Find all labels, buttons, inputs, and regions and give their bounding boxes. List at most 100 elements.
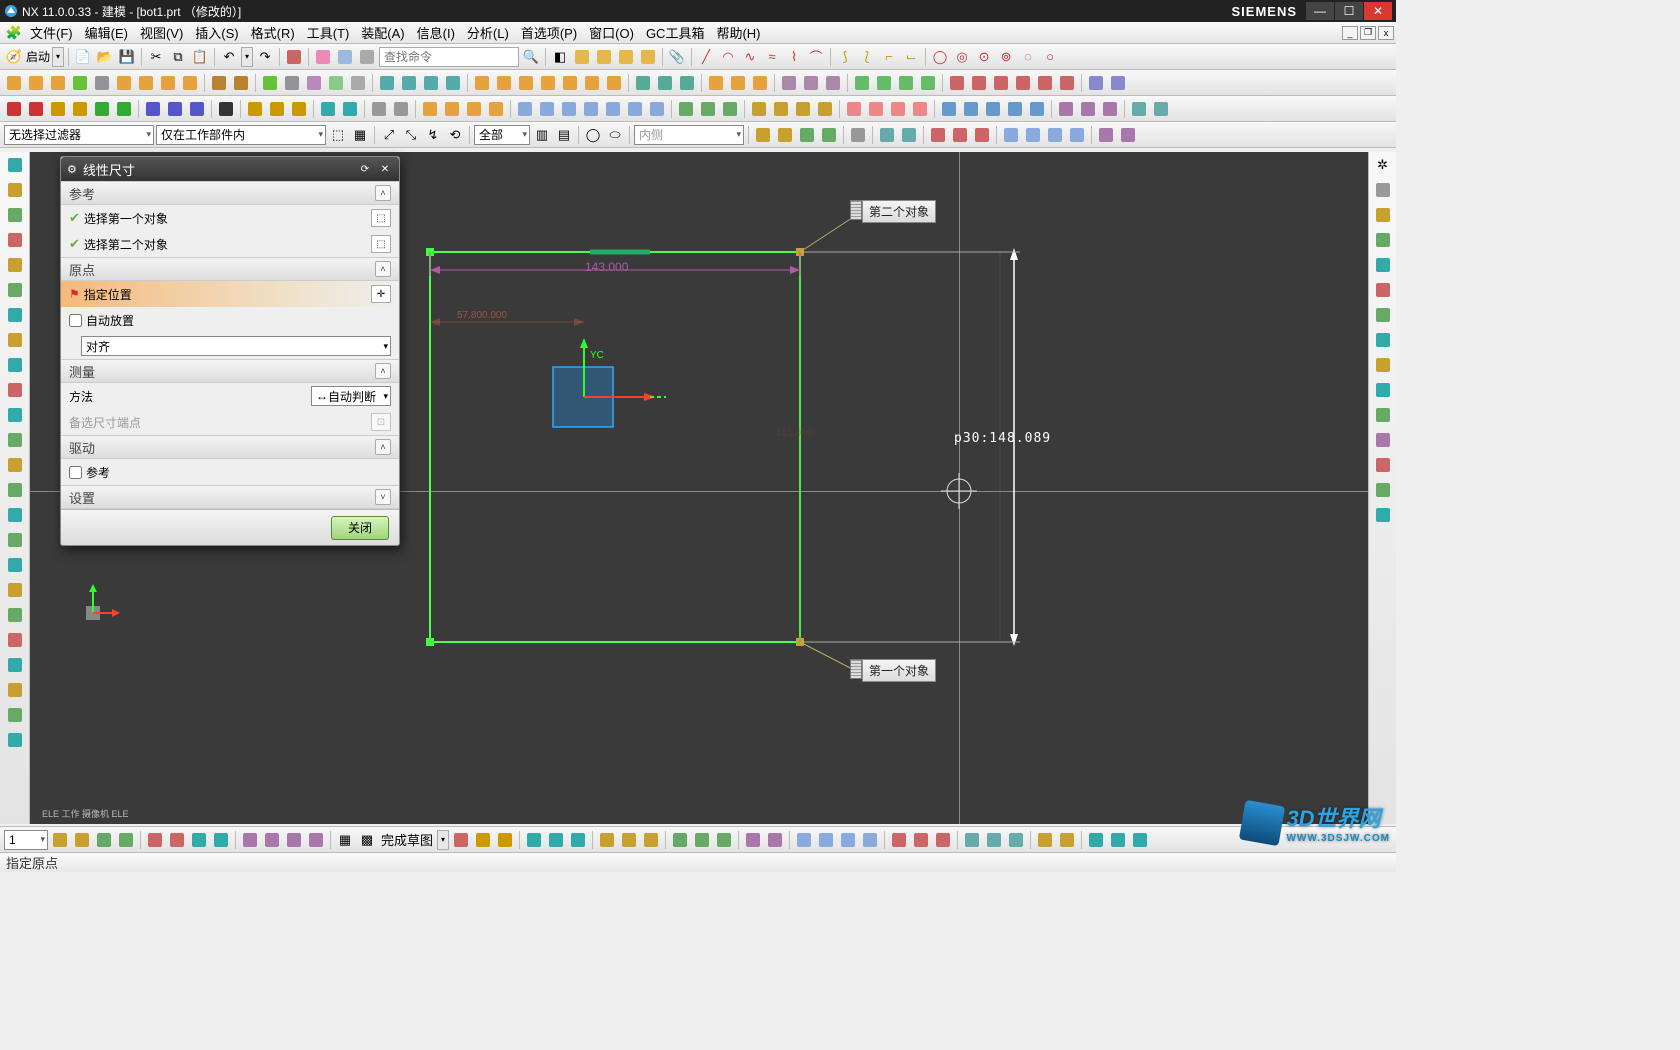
left-toolbar-btn-20[interactable] (4, 654, 26, 676)
fillet2-icon[interactable]: ⟅ (857, 47, 877, 67)
tb2-holder-btn-15[interactable] (304, 73, 324, 93)
right-toolbar-btn-1[interactable] (1372, 204, 1394, 226)
circle1-icon[interactable]: ◯ (930, 47, 950, 67)
tb3-holder-btn-11[interactable] (216, 99, 236, 119)
inside-dropdown[interactable]: 内侧 (634, 125, 744, 145)
bt-holder1-btn-0[interactable] (50, 830, 70, 850)
tb3-holder-btn-2[interactable] (48, 99, 68, 119)
selbar-extra-btn-0[interactable] (753, 125, 773, 145)
tb3-holder-btn-43[interactable] (815, 99, 835, 119)
tb3-holder-btn-40[interactable] (749, 99, 769, 119)
bt-holder2-btn-25[interactable] (911, 830, 931, 850)
right-toolbar-btn-7[interactable] (1372, 354, 1394, 376)
right-gear-icon[interactable]: ✲ (1372, 154, 1394, 176)
sketch-icon-b[interactable]: ▩ (357, 830, 377, 850)
tb2-holder-btn-27[interactable] (538, 73, 558, 93)
bt-holder1-btn-5[interactable] (145, 830, 165, 850)
tb2-holder-btn-24[interactable] (472, 73, 492, 93)
bt-holder2-btn-29[interactable] (984, 830, 1004, 850)
close-button[interactable]: 关闭 (331, 516, 389, 540)
tb3-holder-btn-48[interactable] (910, 99, 930, 119)
right-toolbar-btn-12[interactable] (1372, 479, 1394, 501)
right-toolbar-btn-9[interactable] (1372, 404, 1394, 426)
circle2-icon[interactable]: ◎ (952, 47, 972, 67)
paste-icon[interactable]: 📋 (190, 47, 210, 67)
tb3-holder-btn-50[interactable] (939, 99, 959, 119)
tb2-holder-btn-17[interactable] (348, 73, 368, 93)
tb3-holder-btn-24[interactable] (442, 99, 462, 119)
tb2-holder-btn-16[interactable] (326, 73, 346, 93)
select-second-icon[interactable]: ⬚ (371, 235, 391, 253)
tb3-holder-btn-20[interactable] (369, 99, 389, 119)
bt-holder2-btn-0[interactable] (451, 830, 471, 850)
chevron-down-icon[interactable]: ˅ (375, 489, 391, 505)
selbar-extra-btn-3[interactable] (819, 125, 839, 145)
bt-holder2-btn-9[interactable] (619, 830, 639, 850)
dialog-reset-icon[interactable]: ⟳ (357, 161, 373, 177)
sel-tool-10[interactable]: ⬭ (605, 125, 625, 145)
left-toolbar-btn-21[interactable] (4, 679, 26, 701)
filter-dropdown[interactable]: 无选择过滤器 (4, 125, 154, 145)
tb2-holder-btn-10[interactable] (209, 73, 229, 93)
tb2-holder-btn-47[interactable] (918, 73, 938, 93)
dialog-close-icon[interactable]: ✕ (377, 161, 393, 177)
menu-view[interactable]: 视图(V) (134, 21, 189, 44)
tb2-holder-btn-34[interactable] (677, 73, 697, 93)
bt-holder2-btn-4[interactable] (524, 830, 544, 850)
tb2-holder-btn-14[interactable] (282, 73, 302, 93)
bt-holder2-btn-6[interactable] (568, 830, 588, 850)
left-toolbar-btn-12[interactable] (4, 454, 26, 476)
bt-holder2-btn-24[interactable] (889, 830, 909, 850)
method-dropdown[interactable]: ↔ 自动判断 (311, 386, 391, 406)
tb2-holder-btn-4[interactable] (92, 73, 112, 93)
sel-tool-7[interactable]: ▥ (532, 125, 552, 145)
tb3-holder-btn-28[interactable] (515, 99, 535, 119)
selbar-extra-btn-7[interactable] (877, 125, 897, 145)
toolbar-btn-a2[interactable] (313, 47, 333, 67)
curve3-icon[interactable]: ⌇ (784, 47, 804, 67)
bt-holder2-btn-1[interactable] (473, 830, 493, 850)
circle6-icon[interactable]: ○ (1040, 47, 1060, 67)
tb2-holder-btn-25[interactable] (494, 73, 514, 93)
section-origin[interactable]: 原点˄ (61, 257, 399, 281)
mdi-close[interactable]: x (1378, 26, 1394, 40)
tb3-holder-btn-23[interactable] (420, 99, 440, 119)
row-method[interactable]: 方法 ↔ 自动判断 (61, 383, 399, 409)
right-toolbar-btn-11[interactable] (1372, 454, 1394, 476)
scope-dropdown[interactable]: 仅在工作部件内 (156, 125, 326, 145)
selbar-extra-btn-12[interactable] (972, 125, 992, 145)
right-toolbar-btn-0[interactable] (1372, 179, 1394, 201)
left-toolbar-btn-1[interactable] (4, 179, 26, 201)
tb3-holder-btn-29[interactable] (537, 99, 557, 119)
tb2-holder-btn-11[interactable] (231, 73, 251, 93)
bt-holder1-btn-10[interactable] (240, 830, 260, 850)
sel-tool-6[interactable]: ⟲ (445, 125, 465, 145)
tb3-holder-btn-51[interactable] (961, 99, 981, 119)
minimize-button[interactable]: — (1306, 2, 1334, 20)
close-button[interactable]: ✕ (1364, 2, 1392, 20)
left-toolbar-btn-22[interactable] (4, 704, 26, 726)
tb2-holder-btn-33[interactable] (655, 73, 675, 93)
selbar-extra-btn-16[interactable] (1045, 125, 1065, 145)
tb3-holder-btn-4[interactable] (92, 99, 112, 119)
tb2-holder-btn-21[interactable] (421, 73, 441, 93)
menu-edit[interactable]: 编辑(E) (79, 21, 134, 44)
left-toolbar-btn-10[interactable] (4, 404, 26, 426)
toolbar-btn-b3[interactable] (594, 47, 614, 67)
tb3-holder-btn-1[interactable] (26, 99, 46, 119)
circle4-icon[interactable]: ⊚ (996, 47, 1016, 67)
tb2-holder-btn-22[interactable] (443, 73, 463, 93)
tb3-holder-btn-61[interactable] (1151, 99, 1171, 119)
left-toolbar-btn-7[interactable] (4, 329, 26, 351)
tb3-holder-btn-15[interactable] (289, 99, 309, 119)
tb3-holder-btn-13[interactable] (245, 99, 265, 119)
left-toolbar-btn-14[interactable] (4, 504, 26, 526)
bt-holder2-btn-20[interactable] (816, 830, 836, 850)
tb2-holder-btn-42[interactable] (823, 73, 843, 93)
sel-tool-9[interactable]: ◯ (583, 125, 603, 145)
search-icon[interactable]: 🔍 (521, 47, 541, 67)
save-icon[interactable]: 💾 (117, 47, 137, 67)
tb3-holder-btn-7[interactable] (143, 99, 163, 119)
bt-holder1-btn-7[interactable] (189, 830, 209, 850)
tb3-holder-btn-3[interactable] (70, 99, 90, 119)
